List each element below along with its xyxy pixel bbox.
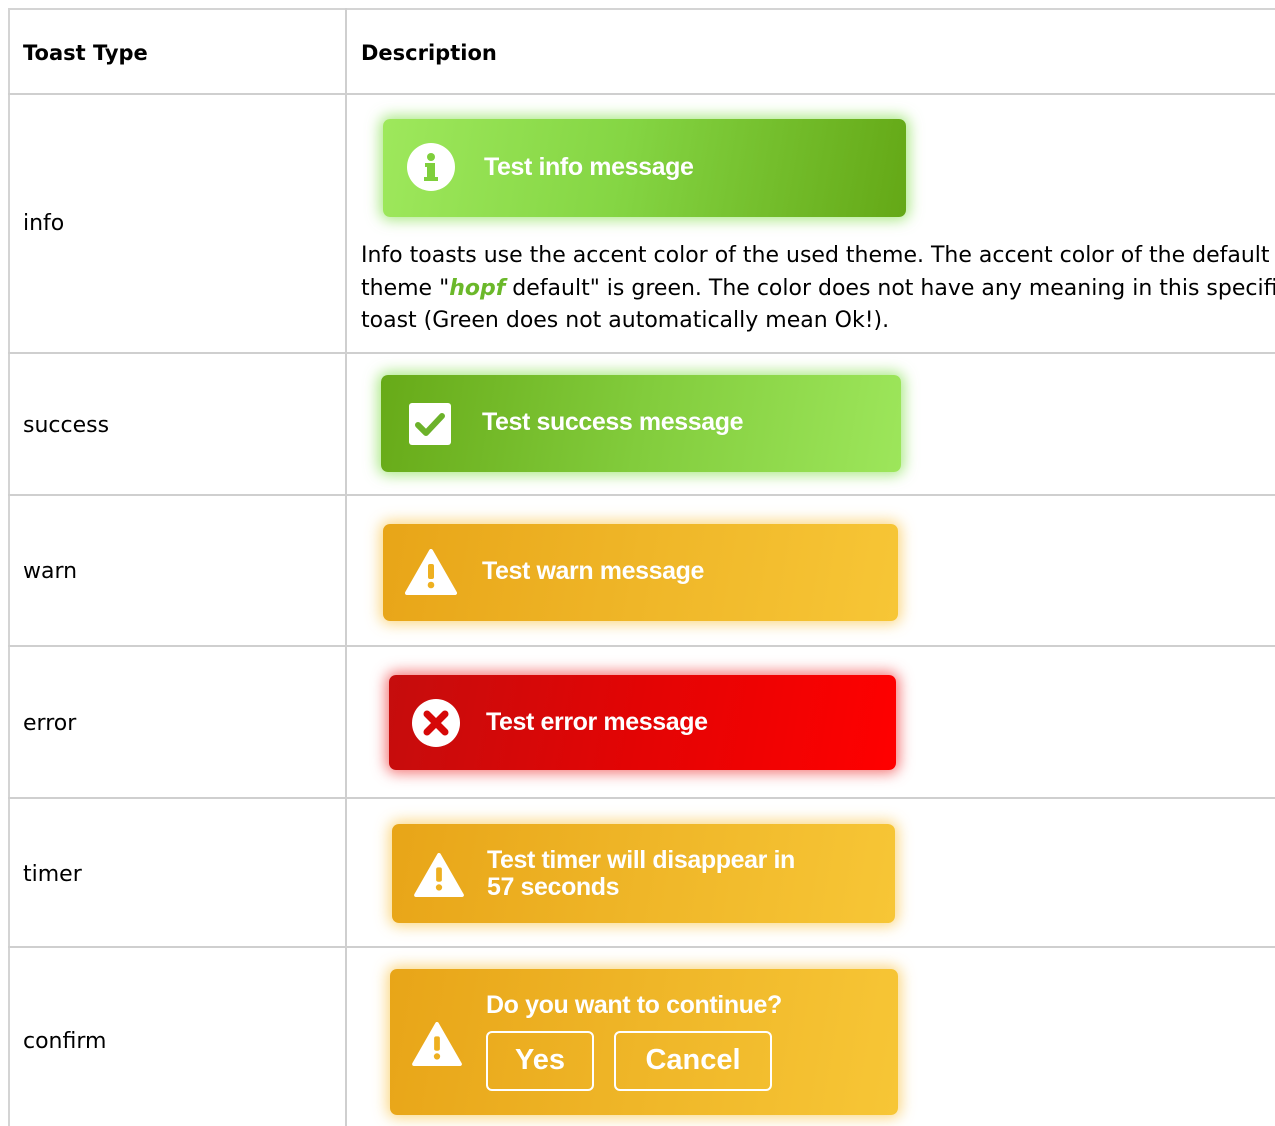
column-header-description: Description	[361, 41, 497, 65]
toast-types-table: Toast Type Description info success warn…	[0, 0, 1275, 1126]
warning-triangle-icon	[412, 1022, 462, 1066]
info-description-line2: theme "hopf default" is green. The color…	[361, 273, 1275, 305]
toast-type-info: info	[23, 211, 65, 236]
success-toast-message: Test success message	[482, 408, 744, 436]
info-toast-message: Test info message	[484, 153, 694, 181]
warn-toast: Test warn message	[383, 524, 898, 621]
error-toast-message: Test error message	[486, 708, 708, 736]
table-border-left	[8, 8, 10, 1126]
error-toast: Test error message	[389, 675, 896, 770]
info-description-theme-prefix: theme "	[361, 276, 450, 301]
theme-name: hopf	[449, 276, 506, 301]
checkbox-check-icon	[409, 403, 451, 445]
toast-type-error: error	[23, 711, 77, 736]
warning-triangle-icon	[414, 853, 464, 897]
toast-type-warn: warn	[23, 559, 78, 584]
timer-toast-message-line1: Test timer will disappear in	[487, 846, 795, 874]
timer-toast-message-line2: 57 seconds	[487, 873, 620, 901]
confirm-toast: Do you want to continue? Yes Cancel	[390, 969, 898, 1115]
info-description-line1: Info toasts use the accent color of the …	[361, 243, 1270, 268]
success-toast: Test success message	[381, 375, 901, 472]
column-header-toast-type: Toast Type	[23, 41, 148, 65]
toast-type-success: success	[23, 413, 110, 438]
info-toast: Test info message	[383, 119, 906, 217]
yes-button[interactable]: Yes	[486, 1031, 594, 1091]
info-description-line3: toast (Green does not automatically mean…	[361, 308, 890, 333]
warning-triangle-icon	[405, 549, 457, 595]
warn-toast-message: Test warn message	[482, 557, 705, 585]
confirm-toast-message: Do you want to continue?	[486, 991, 782, 1019]
toast-type-confirm: confirm	[23, 1029, 107, 1054]
toast-type-timer: timer	[23, 862, 82, 887]
info-description-theme-suffix: default" is green. The color does not ha…	[505, 276, 1275, 301]
column-divider	[345, 8, 347, 1126]
timer-toast: Test timer will disappear in 57 seconds	[392, 824, 895, 923]
error-circle-x-icon	[412, 699, 460, 747]
info-circle-icon	[407, 143, 455, 191]
table-border-top	[8, 8, 1275, 10]
cancel-button[interactable]: Cancel	[614, 1031, 772, 1091]
